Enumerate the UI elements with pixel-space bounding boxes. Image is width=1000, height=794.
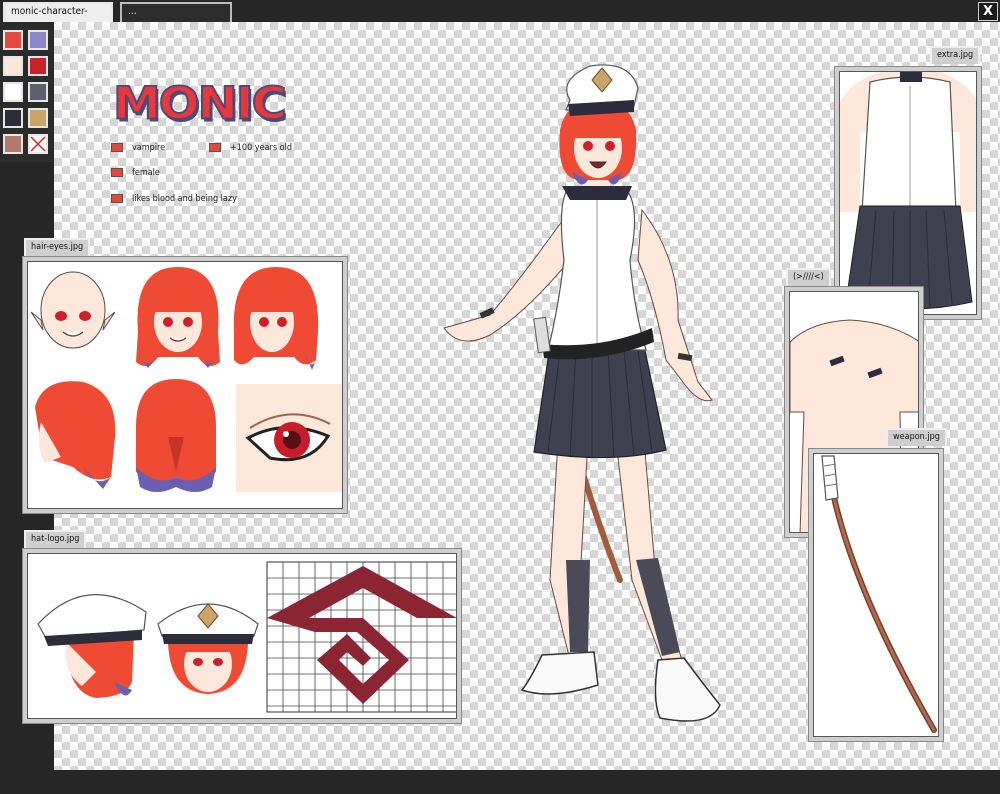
- hat-logo-label[interactable]: hat-logo.jpg: [24, 530, 87, 548]
- trait-label: vampire: [132, 143, 166, 153]
- swatch-brown[interactable]: [3, 134, 23, 154]
- swatch-skin[interactable]: [3, 56, 23, 76]
- character-name: MONIC: [112, 78, 288, 130]
- swatch-none[interactable]: [28, 134, 48, 154]
- swatch-lavender[interactable]: [28, 30, 48, 50]
- trait-label: female: [132, 168, 160, 178]
- close-button[interactable]: X: [978, 2, 998, 21]
- trait-item: vampire: [111, 142, 165, 154]
- swatch-crimson[interactable]: [28, 56, 48, 76]
- tab-empty[interactable]: ...: [120, 2, 232, 22]
- weapon-image: [813, 453, 939, 737]
- trait-label: likes blood and being lazy: [132, 194, 237, 204]
- bullet-icon: [209, 143, 221, 152]
- shy-label[interactable]: (>////<): [786, 268, 831, 286]
- weapon-label[interactable]: weapon.jpg: [886, 428, 947, 446]
- trait-item: +100 years old: [209, 142, 292, 154]
- hair-eyes-illustration: [30, 267, 342, 492]
- hair-eyes-panel: [22, 256, 348, 514]
- weapon-panel: [808, 448, 944, 742]
- trait-item: female: [111, 167, 160, 179]
- character-illustration: [443, 64, 721, 722]
- swatch-gold[interactable]: [28, 108, 48, 128]
- bullet-icon: [111, 194, 123, 203]
- hat-logo-image: [27, 553, 457, 719]
- tab-character-sheet[interactable]: monic-character-sheet.rip: [3, 2, 113, 33]
- hair-eyes-label[interactable]: hair-eyes.jpg: [24, 238, 91, 256]
- status-bar: [0, 770, 1000, 794]
- swatch-navy[interactable]: [3, 108, 23, 128]
- no-color-icon: [30, 136, 46, 152]
- swatch-gray[interactable]: [28, 82, 48, 102]
- sword-illustration: [821, 455, 937, 733]
- title-bar: monic-character-sheet.rip ... X: [0, 0, 1000, 33]
- trait-item: likes blood and being lazy: [111, 193, 237, 205]
- extra-image: [839, 71, 977, 315]
- hat-logo-panel: [22, 548, 462, 724]
- trait-label: +100 years old: [230, 143, 293, 153]
- swatch-red[interactable]: [3, 30, 23, 50]
- bullet-icon: [111, 168, 123, 177]
- bullet-icon: [111, 143, 123, 152]
- color-palette: [0, 22, 54, 162]
- swatch-white[interactable]: [3, 82, 23, 102]
- hair-eyes-image: [27, 261, 343, 509]
- hat-logo-illustration: [37, 561, 456, 713]
- extra-illustration: [840, 72, 976, 310]
- extra-panel: [834, 66, 982, 320]
- extra-label[interactable]: extra.jpg: [930, 46, 981, 64]
- logo-grid: [266, 561, 456, 713]
